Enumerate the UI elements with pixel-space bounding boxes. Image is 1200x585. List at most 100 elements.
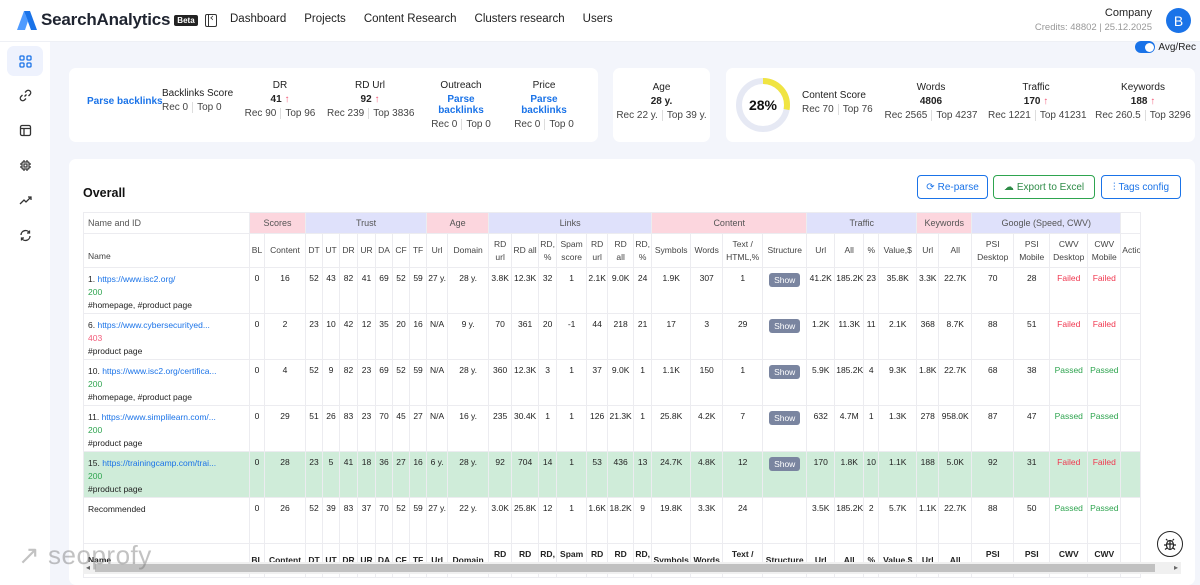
- group-header: [1120, 212, 1142, 234]
- column-header[interactable]: Value,$: [878, 233, 918, 268]
- metric-rec: Rec 0: [514, 119, 541, 131]
- parse-backlinks-link[interactable]: Parse backlinks: [87, 96, 163, 107]
- structure-cell: Show: [762, 313, 808, 360]
- column-header[interactable]: Url: [426, 233, 449, 268]
- data-cell: 10: [863, 451, 880, 498]
- avg-rec-toggle[interactable]: Avg/Rec: [1135, 41, 1196, 53]
- export-excel-button[interactable]: ☁ Export to Excel: [993, 175, 1095, 199]
- sidebar-item-chip[interactable]: [7, 150, 43, 180]
- column-header[interactable]: RD url: [586, 233, 609, 268]
- column-header[interactable]: DT: [305, 233, 324, 268]
- toggle-switch[interactable]: [1135, 41, 1156, 53]
- metric-title: Words: [916, 82, 946, 93]
- content-summary-card: 28% Content Score Rec 70 Top 76 Words 480…: [726, 68, 1195, 142]
- data-cell: 23: [357, 359, 377, 406]
- report-bug-button[interactable]: [1157, 531, 1183, 557]
- column-header[interactable]: RD, %: [633, 233, 653, 268]
- row-id: 1.: [88, 274, 96, 284]
- column-header[interactable]: CWV Mobile: [1087, 233, 1122, 268]
- page-url-link[interactable]: https://www.cybersecurityed...: [97, 320, 209, 330]
- sidebar-item-sync[interactable]: [7, 220, 43, 250]
- data-cell: Failed: [1087, 267, 1122, 314]
- column-header[interactable]: CWV Desktop: [1049, 233, 1089, 268]
- sidebar-item-layout[interactable]: [7, 115, 43, 145]
- metric-value: 92: [360, 94, 372, 105]
- scroll-thumb[interactable]: [95, 564, 1155, 572]
- data-cell: 3.8K: [488, 267, 513, 314]
- nav-projects[interactable]: Projects: [304, 13, 346, 25]
- nav-clusters-research[interactable]: Clusters research: [475, 13, 565, 25]
- data-cell: 361: [511, 313, 540, 360]
- tags-config-button[interactable]: ⫶ Tags config: [1101, 175, 1181, 199]
- data-cell: 188: [916, 451, 940, 498]
- column-header[interactable]: All: [834, 233, 865, 268]
- data-cell: 88: [971, 313, 1015, 360]
- data-cell: 52: [392, 267, 411, 314]
- column-header[interactable]: DA: [375, 233, 394, 268]
- data-cell: Passed: [1087, 405, 1122, 452]
- group-header-row: Name and ID Scores Trust Age Links Content Tra…: [83, 212, 1142, 234]
- scroll-right-arrow[interactable]: ▸: [1174, 563, 1178, 572]
- sidebar-item-trends[interactable]: [7, 185, 43, 215]
- sidebar-item-dashboard[interactable]: [7, 46, 43, 76]
- page-url-link[interactable]: https://www.simplilearn.com/...: [102, 412, 216, 422]
- column-header[interactable]: RD all: [511, 233, 540, 268]
- page-url-link[interactable]: https://www.isc2.org/: [97, 274, 175, 284]
- show-structure-button[interactable]: Show: [769, 411, 801, 425]
- page-url-link[interactable]: https://trainingcamp.com/trai...: [102, 458, 216, 468]
- group-header: Trust: [305, 212, 428, 234]
- parse-backlinks-link[interactable]: Parse backlinks: [521, 94, 567, 116]
- column-header[interactable]: Words: [690, 233, 724, 268]
- column-header[interactable]: Symbols: [651, 233, 692, 268]
- show-structure-button[interactable]: Show: [769, 457, 801, 471]
- sidebar-item-links[interactable]: [7, 80, 43, 110]
- column-header[interactable]: RD, %: [538, 233, 558, 268]
- column-header[interactable]: UR: [357, 233, 377, 268]
- nav-dashboard[interactable]: Dashboard: [230, 13, 286, 25]
- column-header[interactable]: CF: [392, 233, 411, 268]
- horizontal-scrollbar[interactable]: ◂ ▸: [83, 562, 1181, 574]
- column-header[interactable]: UT: [322, 233, 341, 268]
- data-cell: 5.0K: [938, 451, 973, 498]
- column-header[interactable]: Structure: [762, 233, 808, 268]
- column-header[interactable]: RD url: [488, 233, 513, 268]
- table-row: 15. https://trainingcamp.com/trai... 200 #…: [83, 451, 1142, 498]
- column-header[interactable]: All: [938, 233, 973, 268]
- column-header[interactable]: Domain: [447, 233, 490, 268]
- data-cell: 22.7K: [938, 267, 973, 314]
- column-header[interactable]: Spam score: [556, 233, 588, 268]
- parse-backlinks-link[interactable]: Parse backlinks: [438, 94, 484, 116]
- reparse-button[interactable]: ⟳ Re-parse: [917, 175, 988, 199]
- show-structure-button[interactable]: Show: [769, 365, 801, 379]
- column-header[interactable]: Url: [806, 233, 836, 268]
- column-header[interactable]: RD all: [607, 233, 635, 268]
- traffic-metric: Traffic 170 ↑ Rec 1221 Top 41231: [988, 82, 1087, 121]
- column-header[interactable]: Content: [263, 233, 307, 268]
- collapse-sidebar-icon[interactable]: [204, 11, 217, 27]
- column-header[interactable]: PSI Mobile: [1013, 233, 1051, 268]
- column-header[interactable]: Url: [916, 233, 940, 268]
- data-cell: 436: [607, 451, 635, 498]
- show-structure-button[interactable]: Show: [769, 273, 801, 287]
- column-header[interactable]: DR: [339, 233, 359, 268]
- column-header[interactable]: PSI Desktop: [971, 233, 1015, 268]
- column-header[interactable]: TF: [409, 233, 428, 268]
- column-header[interactable]: %: [863, 233, 880, 268]
- data-cell: 1.8K: [834, 451, 865, 498]
- words-metric: Words 4806 Rec 2565 Top 4237: [883, 82, 979, 121]
- data-cell: 83: [339, 405, 359, 452]
- logo[interactable]: SearchAnalytics Beta: [17, 10, 217, 30]
- column-header[interactable]: BL: [249, 233, 265, 268]
- avatar[interactable]: B: [1166, 8, 1191, 33]
- column-header[interactable]: Text / HTML,%: [722, 233, 764, 268]
- data-cell: 5.7K: [878, 497, 918, 544]
- show-structure-button[interactable]: Show: [769, 319, 801, 333]
- nav-users[interactable]: Users: [583, 13, 613, 25]
- page-url-link[interactable]: https://www.isc2.org/certifica...: [102, 366, 216, 376]
- column-header[interactable]: Name: [83, 233, 250, 268]
- chip-icon: [19, 159, 31, 171]
- row-id: 11.: [88, 412, 100, 422]
- column-header[interactable]: Actions: [1120, 233, 1142, 268]
- nav-content-research[interactable]: Content Research: [364, 13, 457, 25]
- data-cell: 3: [538, 359, 558, 406]
